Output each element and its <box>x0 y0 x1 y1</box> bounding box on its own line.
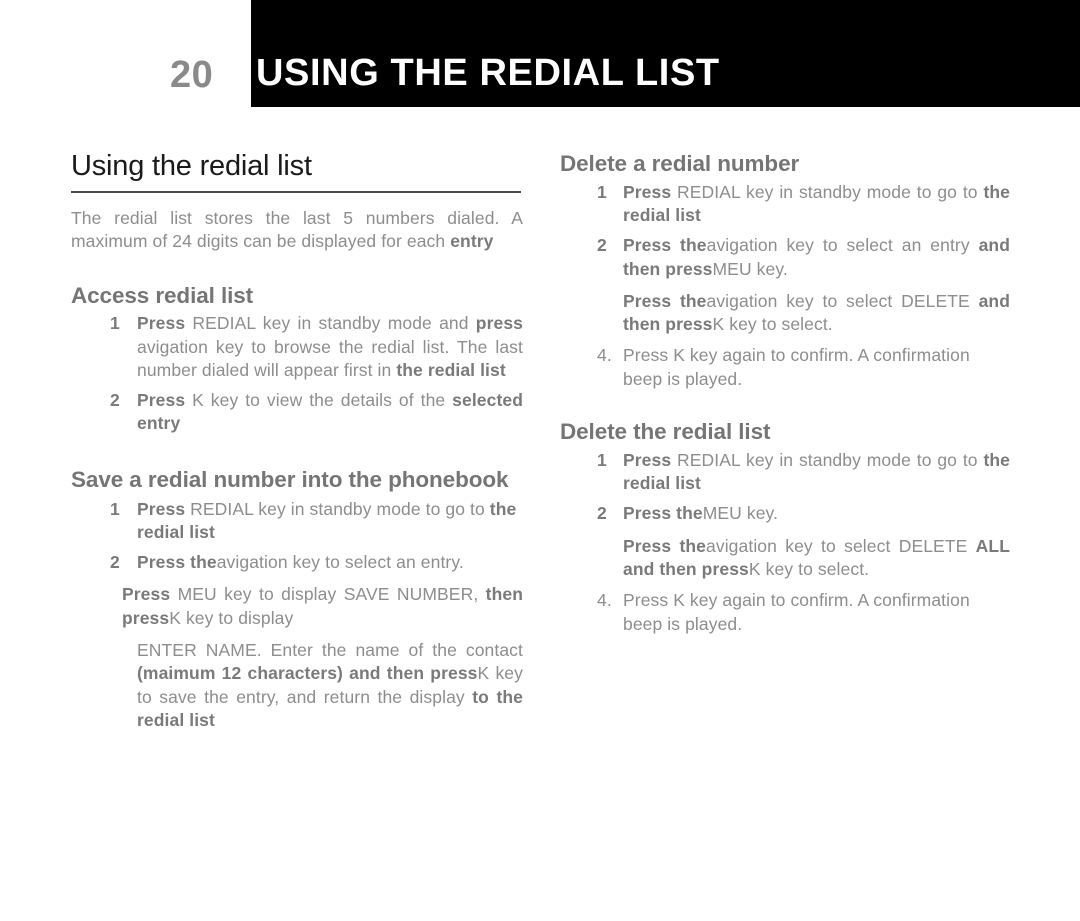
chapter-number: 20 <box>170 54 214 96</box>
title-divider <box>71 191 521 194</box>
bold-run: the redial list <box>396 359 506 380</box>
step-text: Press theMEU key. <box>623 502 1010 525</box>
text-run: MEU key. <box>702 503 779 524</box>
page-header: 20 USING THE REDIAL LIST <box>0 0 1080 107</box>
text-run: avigation key to select an entry <box>706 235 979 256</box>
section-heading-access-redial-list: Access redial list <box>71 282 254 308</box>
text-run: K key to view the details of the <box>192 390 453 411</box>
left-column: Using the redial list The redial list st… <box>71 150 523 732</box>
bold-run: Press <box>623 449 677 470</box>
step-text: Press K key again to confirm. A confirma… <box>623 344 1010 391</box>
bold-run: (maimum 12 characters) and then press <box>137 663 478 684</box>
text-run: avigation key to select an entry. <box>216 552 464 573</box>
step-item: 4. Press K key again to confirm. A confir… <box>560 344 1010 391</box>
delete-list-continuation-paragraph: Press theavigation key to select DELETE … <box>560 535 1010 582</box>
step-text: Press theavigation key to select an entr… <box>137 551 523 574</box>
step-marker: 1 <box>597 181 607 202</box>
text-run: Press K key again to confirm. A confirma… <box>623 590 970 634</box>
intro-paragraph: The redial list stores the last 5 number… <box>71 207 523 253</box>
delete-redial-list-final-step: 4. Press K key again to confirm. A confir… <box>560 589 1010 636</box>
step-marker: 2 <box>597 503 607 524</box>
step-item: 2 Press theavigation key to select an ent… <box>560 234 1010 281</box>
delete-redial-list-steps: 1 Press REDIAL key in standby mode to go … <box>560 449 1010 526</box>
bold-run: Press <box>122 584 178 605</box>
bold-run: Press the <box>623 235 707 256</box>
bold-run: Press the <box>137 552 217 573</box>
text-run: K key to display <box>169 607 294 628</box>
delete-redial-number-steps: 1 Press REDIAL key in standby mode to go … <box>560 181 1010 281</box>
step-item: 4. Press K key again to confirm. A confir… <box>560 589 1010 636</box>
step-item: 1 Press REDIAL key in standby mode and pr… <box>71 312 523 382</box>
text-run: avigation key to select DELETE <box>706 290 979 311</box>
text-run: REDIAL key in standby mode and <box>192 313 476 334</box>
step-marker: 1 <box>597 449 607 470</box>
bold-run: Press the <box>623 290 707 311</box>
chapter-title: USING THE REDIAL LIST <box>256 52 720 94</box>
page-title: Using the redial list <box>71 150 312 182</box>
step-item: 2 Press theMEU key. <box>560 502 1010 525</box>
bold-run: entry <box>450 231 494 252</box>
step-marker: 2 <box>110 552 120 573</box>
step-marker: 1 <box>110 498 120 519</box>
step-marker: 4. <box>597 590 612 611</box>
step-marker: 2 <box>597 235 607 256</box>
bold-run: Press <box>623 181 677 202</box>
bold-run: Press <box>137 390 193 411</box>
section-heading-save-redial-number: Save a redial number into the phonebook <box>71 466 509 492</box>
text-run: MEU key to display SAVE NUMBER, <box>177 584 486 605</box>
step-text: Press REDIAL key in standby mode and pre… <box>137 312 523 382</box>
text-run: ENTER NAME. Enter the name of the contac… <box>137 639 523 660</box>
step-item: 2 Press K key to view the details of the … <box>71 389 523 436</box>
step-item: 1 Press REDIAL key in standby mode to go … <box>560 449 1010 496</box>
text-run: K key to select. <box>712 314 833 335</box>
text-run: MEU key. <box>712 258 788 279</box>
step-marker: 4. <box>597 345 612 366</box>
section-heading-delete-a-redial-number: Delete a redial number <box>560 151 800 176</box>
step-text: Press REDIAL key in standby mode to go t… <box>623 449 1010 496</box>
step-text: Press REDIAL key in standby mode to go t… <box>623 181 1010 228</box>
delete-number-continuation-paragraph: Press theavigation key to select DELETE … <box>560 290 1010 337</box>
step-text: Press theavigation key to select an entr… <box>623 234 1010 281</box>
text-run: K key to select. <box>748 558 870 579</box>
access-redial-list-steps: 1 Press REDIAL key in standby mode and pr… <box>71 312 523 435</box>
step-text: Press K key to view the details of the s… <box>137 389 523 436</box>
bold-run: Press the <box>623 503 703 524</box>
step-text: Press REDIAL key in standby mode to go t… <box>137 498 523 545</box>
delete-redial-number-final-step: 4. Press K key again to confirm. A confir… <box>560 344 1010 391</box>
section-heading-delete-the-redial-list: Delete the redial list <box>560 419 771 445</box>
right-column: Delete a redial number 1 Press REDIAL key… <box>560 150 1010 643</box>
text-run: REDIAL key in standby mode to go to <box>190 498 490 519</box>
text-run: REDIAL key in standby mode to go to <box>677 181 984 202</box>
save-redial-number-steps: 1 Press REDIAL key in standby mode to go … <box>71 498 523 575</box>
text-run: Press K key again to confirm. A confirma… <box>623 345 970 389</box>
bold-run: Press <box>137 498 191 519</box>
bold-run: press <box>475 313 523 334</box>
bold-run: Press <box>137 313 193 334</box>
step-item: 1 Press REDIAL key in standby mode to go … <box>560 181 1010 228</box>
step-item: 2 Press theavigation key to select an ent… <box>71 551 523 574</box>
text-run: avigation key to select DELETE <box>706 535 976 556</box>
save-continuation-paragraph-2: ENTER NAME. Enter the name of the contac… <box>71 639 523 732</box>
step-marker: 2 <box>110 390 120 411</box>
save-continuation-paragraph-1: Press MEU key to display SAVE NUMBER, th… <box>71 583 523 630</box>
step-item: 1 Press REDIAL key in standby mode to go … <box>71 498 523 545</box>
step-marker: 1 <box>110 313 120 334</box>
step-text: Press K key again to confirm. A confirma… <box>623 589 1010 636</box>
text-run: REDIAL key in standby mode to go to <box>677 449 984 470</box>
bold-run: Press the <box>623 535 707 556</box>
